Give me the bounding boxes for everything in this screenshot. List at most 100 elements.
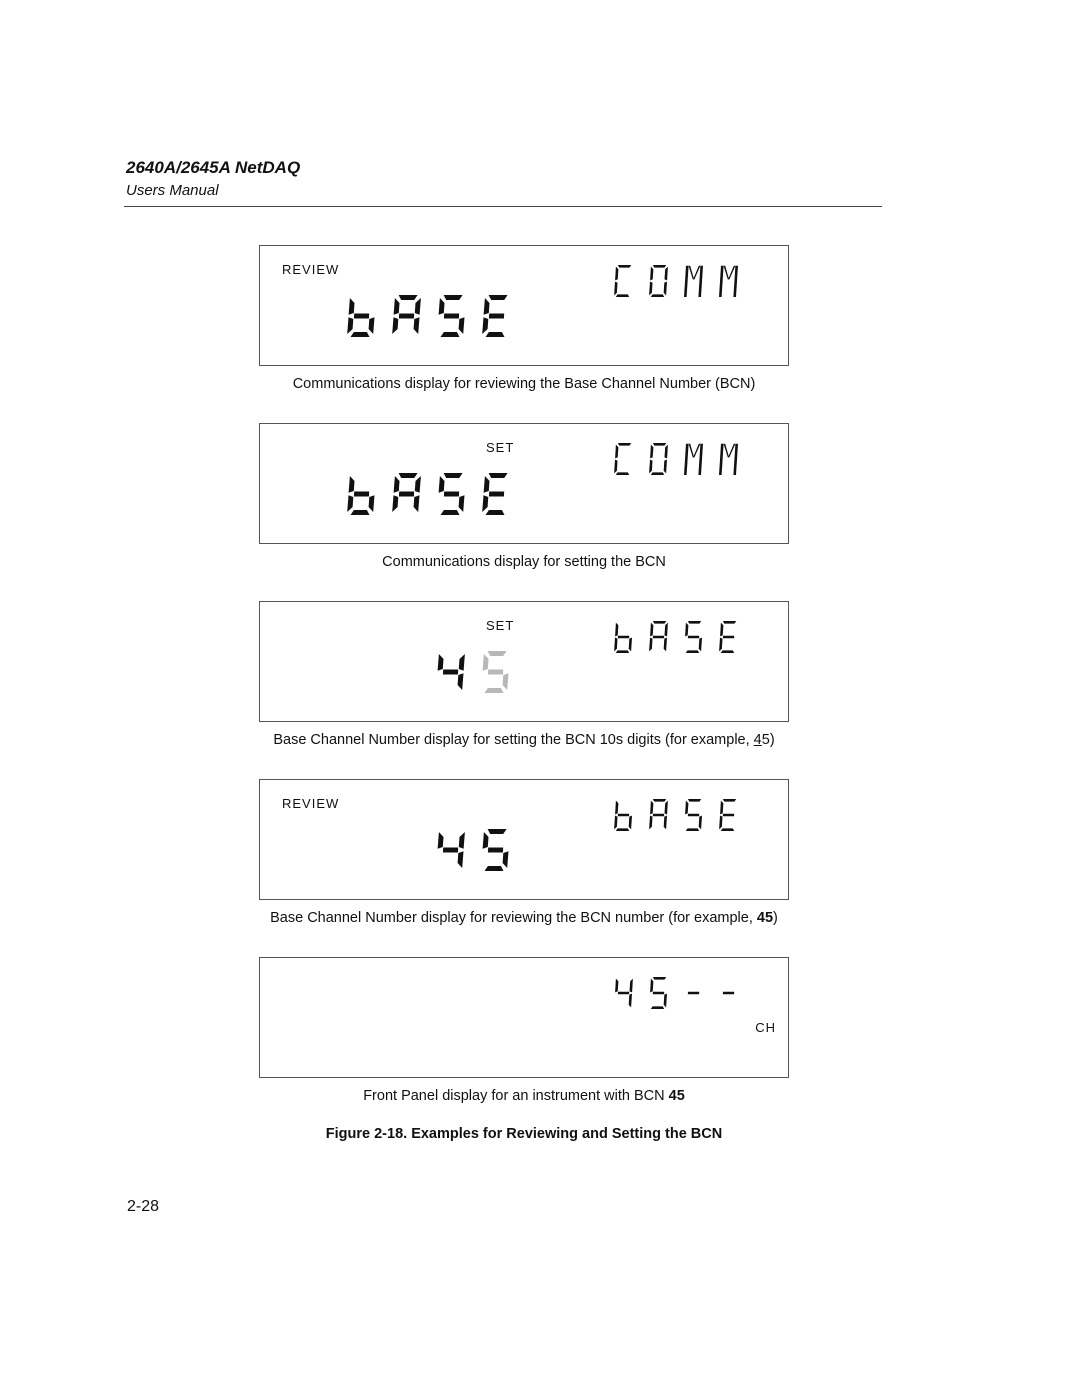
- segment-d: [485, 510, 505, 515]
- panel-caption: Front Panel display for an instrument wi…: [0, 1088, 1048, 1104]
- main-display: [347, 294, 527, 338]
- segment-d: [650, 472, 665, 475]
- caption-text: Base Channel Number display for setting …: [273, 732, 754, 748]
- segment-d: [350, 510, 370, 515]
- segment-d: [720, 828, 735, 831]
- segment-c: [502, 673, 509, 690]
- aux-display-char: [687, 991, 700, 995]
- caption-text: Base Channel Number display for reviewin…: [270, 910, 757, 926]
- segment-e: [392, 495, 399, 512]
- segment-a: [398, 295, 418, 300]
- segment-g: [442, 847, 459, 853]
- segment-c: [663, 459, 667, 474]
- segment-g: [488, 491, 505, 497]
- annunciator-ch: CH: [755, 1020, 776, 1035]
- aux-display-char: [719, 799, 737, 831]
- segment-f: [615, 266, 619, 281]
- segment-g: [443, 491, 460, 497]
- panel-caption: Base Channel Number display for setting …: [0, 732, 1048, 748]
- segment-b: [664, 444, 668, 459]
- aux-display-char: [614, 265, 632, 297]
- caption-text: Communications display for setting the B…: [382, 554, 666, 570]
- segment-c: [502, 851, 509, 868]
- caption-text: Communications display for reviewing the…: [292, 376, 756, 392]
- main-display-char: [437, 832, 465, 868]
- main-display-char: [437, 654, 465, 690]
- segment-e: [649, 281, 653, 296]
- segment-f: [437, 654, 444, 671]
- aux-display-char: [615, 978, 633, 1008]
- segment-a: [652, 977, 667, 980]
- main-display-char: [347, 298, 375, 337]
- page-number: 2-28: [127, 1198, 160, 1215]
- aux-display-char: [722, 991, 735, 995]
- main-display-char: [482, 473, 508, 515]
- annunciator-review: REVIEW: [282, 796, 340, 811]
- segment-f: [483, 476, 490, 493]
- main-display-char: [392, 473, 421, 512]
- main-display-char: [482, 829, 509, 871]
- segment-g: [722, 991, 735, 995]
- aux-display: [614, 620, 754, 654]
- segment-f: [438, 476, 445, 493]
- segment-g: [617, 813, 630, 817]
- segment-e: [649, 815, 653, 830]
- main-display-char: [482, 295, 508, 337]
- annunciator-set: SET: [486, 618, 515, 633]
- segment-e: [482, 495, 489, 512]
- segment-d: [440, 332, 460, 337]
- aux-display: [614, 976, 754, 1010]
- segment-b: [664, 800, 668, 815]
- segment-f: [650, 266, 654, 281]
- lcd-panel: REVIEW: [259, 779, 789, 900]
- segment-f: [482, 654, 489, 671]
- segment-b: [664, 266, 668, 281]
- figure-title: Figure 2-18. Examples for Reviewing and …: [325, 1126, 723, 1142]
- segment-e: [719, 815, 723, 830]
- segment-f: [615, 978, 619, 993]
- main-display-char: [347, 476, 375, 515]
- annunciator-review: REVIEW: [282, 262, 340, 277]
- segment-f: [650, 978, 654, 993]
- segment-a: [687, 621, 702, 624]
- aux-display-char: [650, 977, 667, 1009]
- segment-e: [347, 317, 354, 334]
- annunciator-set: SET: [486, 440, 515, 455]
- segment-g: [443, 313, 460, 319]
- aux-display-char: [614, 800, 632, 831]
- segment-d: [720, 650, 735, 653]
- segment-c: [368, 495, 375, 512]
- segment-f: [685, 800, 689, 815]
- segment-f: [720, 800, 724, 815]
- segment-f: [393, 476, 400, 493]
- segment-c: [698, 637, 702, 652]
- segment-c: [663, 815, 667, 830]
- segment-f: [348, 298, 355, 315]
- panel-caption: Base Channel Number display for reviewin…: [0, 910, 1048, 926]
- segment-d: [615, 828, 630, 831]
- panel-caption: Communications display for setting the B…: [0, 554, 1048, 570]
- aux-display: [614, 798, 754, 832]
- segment-e: [649, 459, 653, 474]
- segment-g: [652, 813, 665, 817]
- segment-a: [687, 799, 702, 802]
- segment-f: [650, 800, 654, 815]
- segment-g: [398, 491, 415, 497]
- segment-a: [488, 473, 508, 478]
- lcd-panel: SET: [259, 601, 789, 722]
- segment-f: [650, 444, 654, 459]
- segment-d: [650, 294, 665, 297]
- segment-g: [487, 847, 504, 853]
- segment-c: [663, 281, 667, 296]
- aux-display-char: [649, 443, 668, 475]
- segment-a: [617, 265, 632, 268]
- lcd-panel: SET: [259, 423, 789, 544]
- segment-e: [614, 281, 618, 296]
- manual-title: 2640A/2645A NetDAQ: [126, 158, 301, 177]
- caption-text: ): [773, 910, 778, 926]
- segment-a: [487, 829, 507, 834]
- segment-c: [413, 495, 420, 512]
- segment: [684, 265, 689, 297]
- segment-e: [614, 637, 618, 652]
- segment-b: [414, 298, 421, 315]
